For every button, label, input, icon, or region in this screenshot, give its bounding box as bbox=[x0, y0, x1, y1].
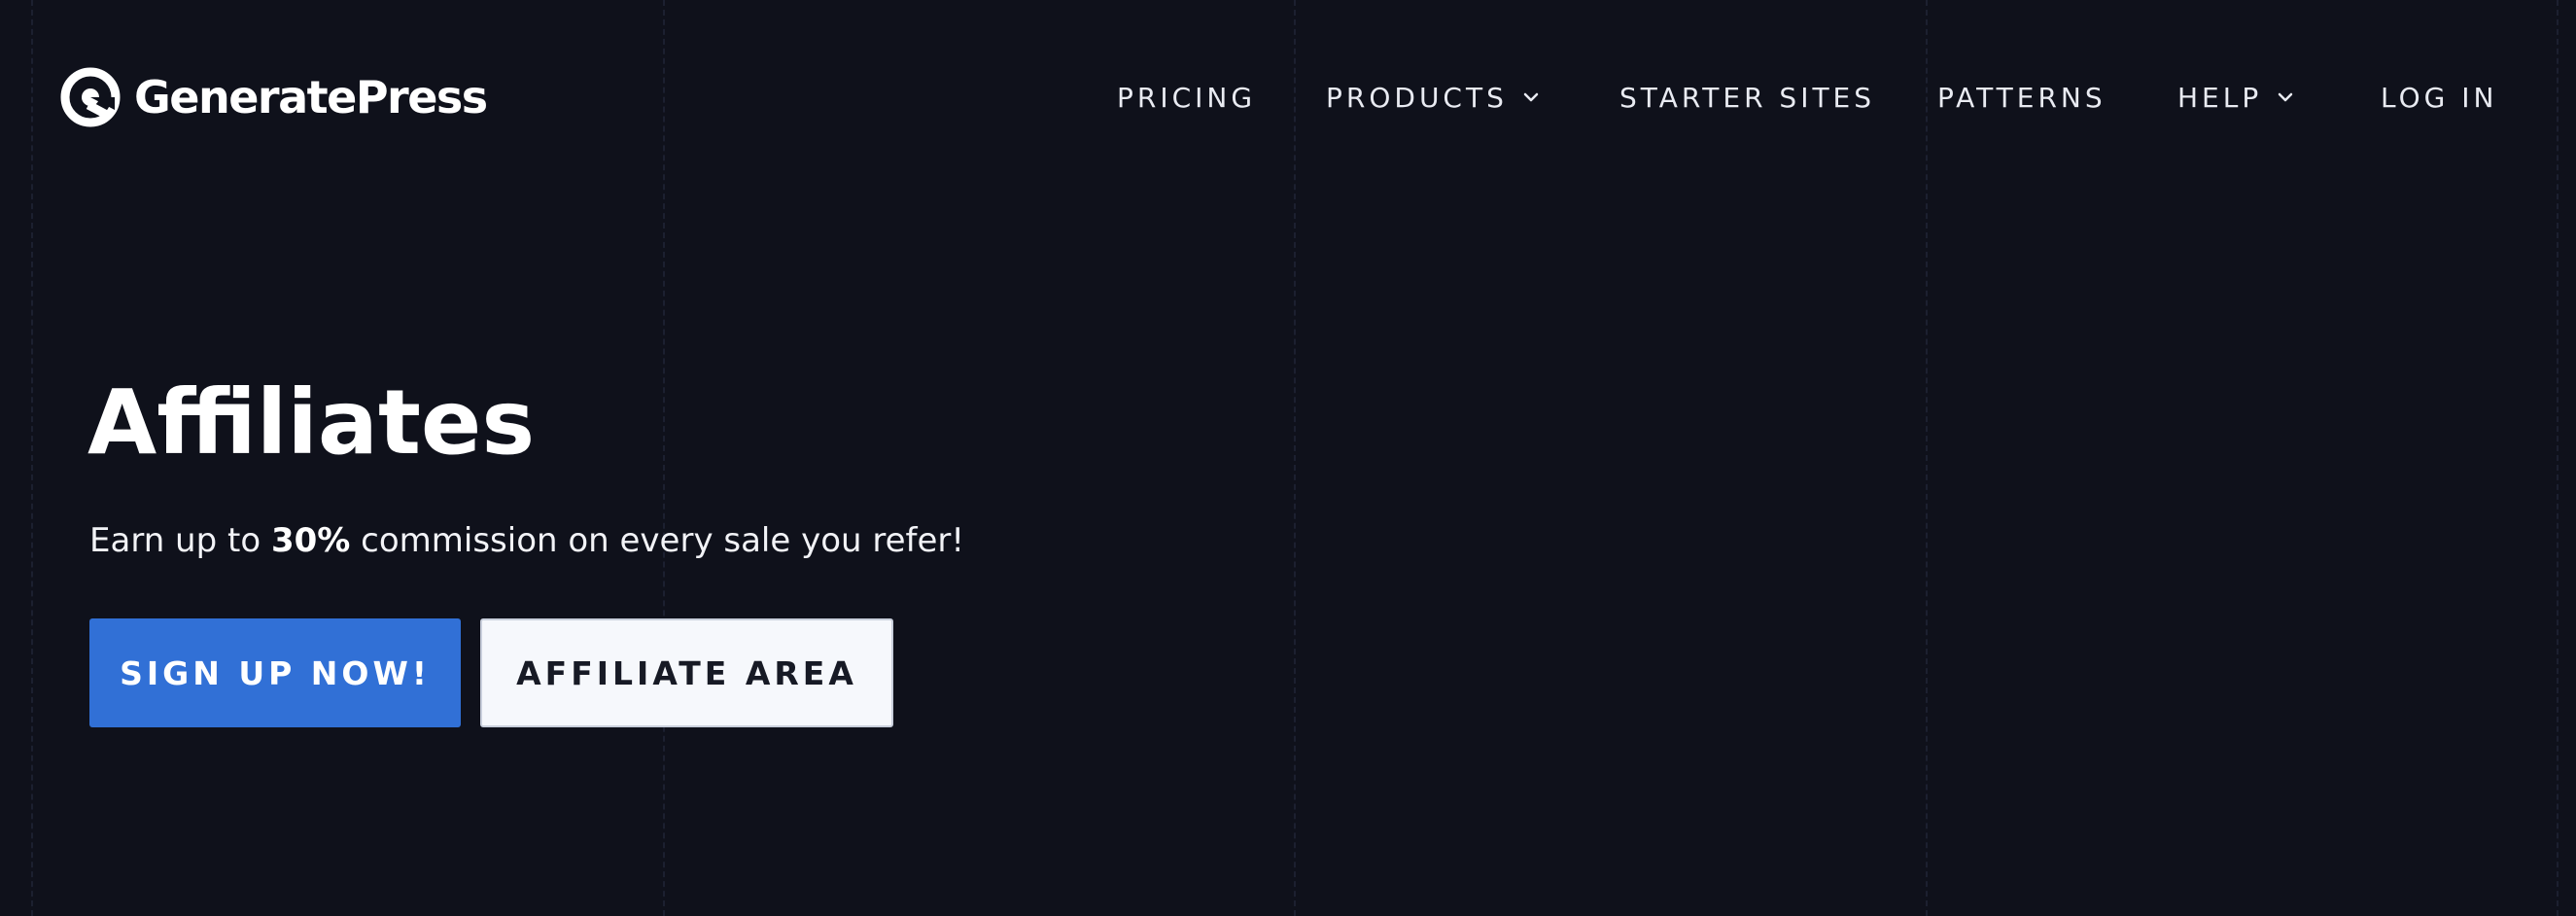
nav-products[interactable]: PRODUCTS bbox=[1326, 70, 1541, 124]
nav-patterns-label: PATTERNS bbox=[1937, 81, 2106, 114]
nav-patterns[interactable]: PATTERNS bbox=[1937, 70, 2106, 124]
page: GeneratePress PRICING PRODUCTS STARTER S… bbox=[0, 0, 2576, 916]
nav-log-in-label: LOG IN bbox=[2381, 81, 2498, 114]
nav-starter-sites-label: STARTER SITES bbox=[1619, 81, 1876, 114]
site-header: GeneratePress PRICING PRODUCTS STARTER S… bbox=[0, 0, 2576, 194]
nav-log-in[interactable]: LOG IN bbox=[2381, 70, 2497, 124]
commission-rate: 30% bbox=[270, 521, 351, 560]
page-title: Affiliates bbox=[87, 370, 536, 475]
nav-help[interactable]: HELP bbox=[2177, 70, 2295, 124]
nav-products-label: PRODUCTS bbox=[1326, 81, 1508, 114]
chevron-down-icon bbox=[1523, 92, 1539, 102]
sign-up-button[interactable]: SIGN UP NOW! bbox=[89, 618, 461, 727]
nav-help-label: HELP bbox=[2177, 81, 2263, 114]
hero-subtitle: Earn up to 30% commission on every sale … bbox=[89, 515, 964, 566]
chevron-down-icon bbox=[2278, 92, 2293, 102]
subtitle-lead: Earn up to bbox=[89, 521, 271, 560]
affiliate-area-button[interactable]: AFFILIATE AREA bbox=[480, 618, 893, 727]
nav-pricing[interactable]: PRICING bbox=[1117, 70, 1256, 124]
main-nav: PRICING PRODUCTS STARTER SITES PATTERNS … bbox=[0, 70, 2576, 124]
nav-starter-sites[interactable]: STARTER SITES bbox=[1619, 70, 1875, 124]
nav-pricing-label: PRICING bbox=[1117, 81, 1257, 114]
subtitle-tail: commission on every sale you refer! bbox=[350, 521, 965, 560]
